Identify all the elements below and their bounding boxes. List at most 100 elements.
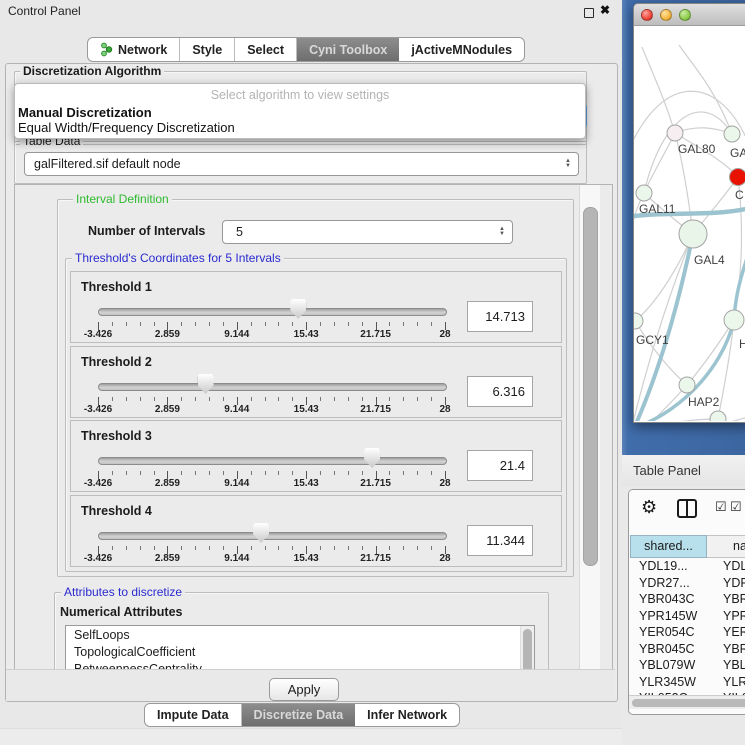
- close-traffic-light-icon[interactable]: [641, 9, 653, 21]
- table-toolbar: ⚙ ☑ ☑: [629, 490, 745, 535]
- tab-infer-network[interactable]: Infer Network: [355, 704, 459, 726]
- threshold-label: Threshold 1: [81, 280, 152, 294]
- spinner-icon[interactable]: ▲▼: [565, 159, 571, 169]
- cyni-mode-tabbar: Impute Data Discretize Data Infer Network: [144, 703, 460, 727]
- threshold-value-field[interactable]: 11.344: [467, 525, 533, 556]
- network-canvas[interactable]: GAL80GACGAL11GAL4GCY1HHAP2: [634, 27, 745, 421]
- threshold-value-field[interactable]: 6.316: [467, 376, 533, 407]
- table-row[interactable]: YDR27...YDR2: [630, 576, 745, 593]
- column-header-shared[interactable]: shared...: [630, 535, 707, 558]
- list-item[interactable]: TopologicalCoefficient: [66, 643, 534, 660]
- slider-thumb[interactable]: [290, 299, 306, 319]
- network-node[interactable]: [724, 310, 744, 330]
- threshold-label: Threshold 3: [81, 429, 152, 443]
- tab-label: Style: [192, 43, 222, 57]
- table-row[interactable]: YPR145WYPR1: [630, 609, 745, 626]
- cell-name: YPR1: [713, 609, 745, 626]
- dropdown-item[interactable]: Equal Width/Frequency Discretization: [18, 120, 235, 135]
- cell-name: YER0: [713, 625, 745, 642]
- threshold-value-field[interactable]: 14.713: [467, 301, 533, 332]
- slider-thumb[interactable]: [364, 448, 380, 468]
- gear-icon[interactable]: ⚙: [641, 497, 657, 518]
- tab-jactivemnodules[interactable]: jActiveMNodules: [399, 38, 524, 61]
- tab-discretize-data[interactable]: Discretize Data: [242, 704, 356, 726]
- tick-label: 2.859: [145, 404, 189, 415]
- table-row[interactable]: YDL19...YDL1: [630, 559, 745, 576]
- cell-shared-name: YER054C: [630, 625, 713, 642]
- tab-select[interactable]: Select: [235, 38, 297, 61]
- table-data-value: galFiltered.sif default node: [25, 157, 565, 171]
- panel-scrollbar[interactable]: [579, 185, 600, 670]
- network-node[interactable]: [636, 185, 652, 201]
- threshold-row: Threshold 2-3.4262.8599.14415.4321.71528…: [70, 346, 562, 418]
- dropdown-item[interactable]: Manual Discretization: [18, 105, 152, 120]
- network-node[interactable]: [710, 411, 726, 421]
- attributes-listbox[interactable]: SelfLoopsTopologicalCoefficientBetweenne…: [65, 625, 535, 671]
- column-header-name[interactable]: na: [707, 535, 745, 558]
- table-row[interactable]: YBR043CYBR0: [630, 592, 745, 609]
- columns-icon[interactable]: [677, 499, 697, 518]
- table-row[interactable]: YBL079WYBL0: [630, 658, 745, 675]
- table-row[interactable]: YBR045CYBR0: [630, 642, 745, 659]
- apply-button[interactable]: Apply: [269, 678, 339, 701]
- threshold-value-field[interactable]: 21.4: [467, 450, 533, 481]
- tick-label: 21.715: [354, 404, 398, 415]
- cyni-toolbox-panel: Discretization Algorithm Select algorith…: [5, 63, 618, 702]
- tab-label: Impute Data: [157, 708, 229, 722]
- slider-thumb[interactable]: [253, 523, 269, 543]
- tab-style[interactable]: Style: [180, 38, 235, 61]
- network-node[interactable]: [724, 126, 740, 142]
- network-edge: [642, 47, 675, 133]
- close-icon[interactable]: ✖: [600, 3, 610, 17]
- cell-shared-name: YBL079W: [630, 658, 713, 675]
- tab-impute-data[interactable]: Impute Data: [145, 704, 242, 726]
- network-icon: [100, 42, 113, 57]
- table-window: ⚙ ☑ ☑ shared... na YDL19...YDL1YDR27...Y…: [628, 489, 745, 715]
- table-row[interactable]: YLR345WYLR3: [630, 675, 745, 692]
- list-item[interactable]: SelfLoops: [66, 626, 534, 643]
- checkbox-icon[interactable]: ☑: [730, 499, 742, 515]
- scrollbar-thumb[interactable]: [583, 207, 598, 566]
- cell-name: YLR3: [713, 675, 745, 692]
- tab-cyni-toolbox[interactable]: Cyni Toolbox: [297, 38, 399, 61]
- status-strip: [0, 728, 622, 745]
- zoom-traffic-light-icon[interactable]: [679, 9, 691, 21]
- network-node[interactable]: [679, 220, 707, 248]
- network-node[interactable]: [679, 377, 695, 393]
- tick-label: 2.859: [145, 478, 189, 489]
- slider-thumb[interactable]: [198, 374, 214, 394]
- table-hscrollbar[interactable]: [629, 695, 745, 709]
- tab-label: Cyni Toolbox: [309, 43, 387, 57]
- slider-track[interactable]: [98, 308, 447, 316]
- float-icon[interactable]: [584, 8, 594, 18]
- spinner-icon[interactable]: ▲▼: [499, 227, 505, 237]
- tick-label: 15.43: [284, 404, 328, 415]
- checkbox-icon[interactable]: ☑: [715, 499, 727, 515]
- toolbox-tabbar: Network Style Select Cyni Toolbox jActiveMNo…: [87, 37, 525, 62]
- slider-track[interactable]: [98, 532, 447, 540]
- network-window[interactable]: GAL80GACGAL11GAL4GCY1HHAP2: [633, 3, 745, 423]
- table-row[interactable]: YER054CYER0: [630, 625, 745, 642]
- node-label: GAL80: [678, 142, 716, 156]
- list-scrollbar[interactable]: [520, 626, 534, 671]
- tab-label: Discretize Data: [254, 708, 344, 722]
- tick-label: 9.144: [215, 404, 259, 415]
- network-edge: [687, 320, 734, 385]
- attributes-group: Attributes to discretize Numerical Attri…: [54, 592, 549, 671]
- slider-track[interactable]: [98, 457, 447, 465]
- minimize-traffic-light-icon[interactable]: [660, 9, 672, 21]
- table-data-combobox[interactable]: galFiltered.sif default node ▲▼: [24, 152, 579, 176]
- cell-shared-name: YLR345W: [630, 675, 713, 692]
- network-node[interactable]: [730, 169, 745, 186]
- hscrollbar-thumb[interactable]: [632, 699, 745, 707]
- tick-label: -3.426: [76, 478, 120, 489]
- tick-label: -3.426: [76, 329, 120, 340]
- cell-name: YBL0: [713, 658, 745, 675]
- algorithm-group-title: Discretization Algorithm: [20, 64, 164, 78]
- tab-network[interactable]: Network: [88, 38, 180, 61]
- slider-track[interactable]: [98, 383, 447, 391]
- network-node[interactable]: [667, 125, 683, 141]
- num-intervals-combobox[interactable]: 5 ▲▼: [222, 220, 513, 244]
- tick-label: 15.43: [284, 329, 328, 340]
- network-edge: [718, 320, 734, 419]
